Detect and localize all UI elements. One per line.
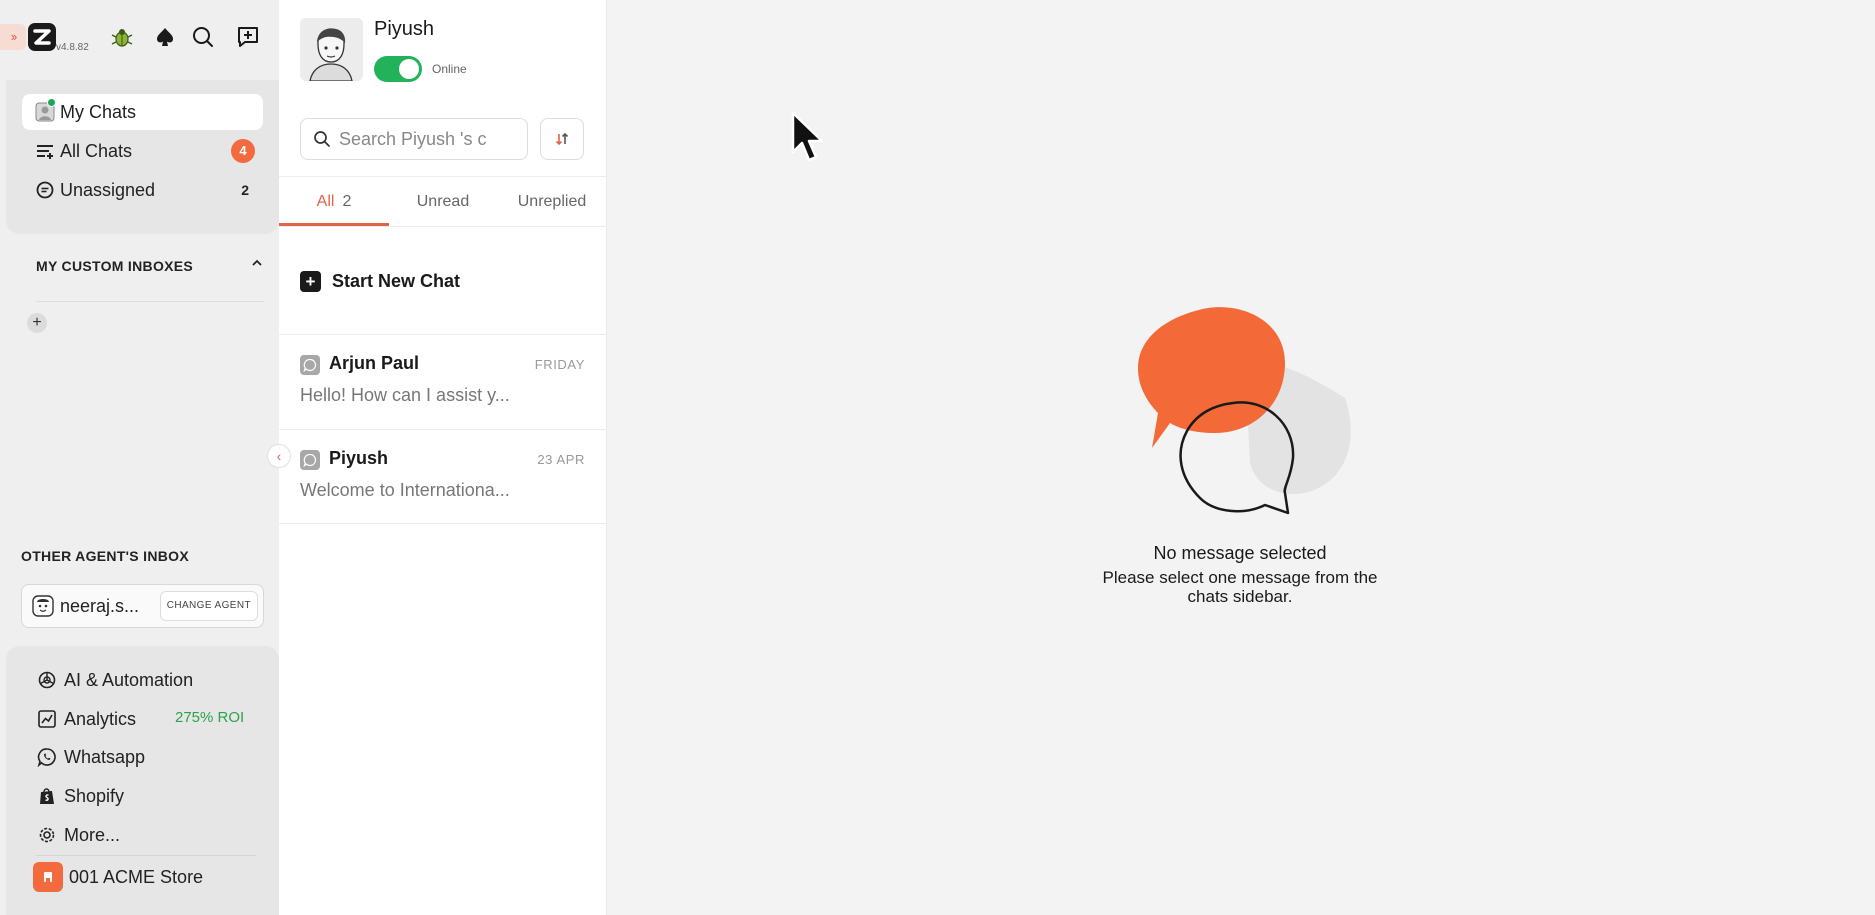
online-dot bbox=[47, 98, 56, 107]
sort-arrows-icon bbox=[555, 132, 569, 146]
nav-item-label: AI & Automation bbox=[64, 669, 194, 690]
start-new-chat-label: Start New Chat bbox=[332, 270, 461, 291]
message-date: 23 APR bbox=[537, 452, 585, 467]
store-icon bbox=[33, 862, 63, 892]
add-inbox-button[interactable]: + bbox=[27, 313, 47, 333]
app-version: v4.8.82 bbox=[56, 42, 89, 53]
store-switcher[interactable]: 001 ACME Store bbox=[33, 861, 203, 893]
nav-item-all-chats[interactable]: All Chats 4 bbox=[22, 133, 263, 169]
toggle-knob bbox=[399, 59, 419, 79]
message-date: FRIDAY bbox=[534, 357, 585, 372]
tab-unreplied[interactable]: Unreplied bbox=[497, 177, 607, 226]
chat-filter-tabs: All 2 Unread Unreplied bbox=[279, 176, 607, 227]
tab-count: 2 bbox=[342, 193, 352, 210]
agent-avatar-icon bbox=[32, 595, 54, 617]
bottom-divider bbox=[36, 855, 256, 856]
profile-avatar[interactable] bbox=[300, 18, 363, 81]
spade-icon[interactable] bbox=[152, 24, 178, 50]
left-sidebar: ›› v4.8.82 My Chats All Chats 4 Unassign… bbox=[0, 0, 279, 915]
nav-item-label: Shopify bbox=[64, 785, 125, 806]
nav-item-ai-automation[interactable]: AI & Automation bbox=[36, 665, 193, 695]
avatar-icon bbox=[34, 98, 56, 123]
filter-lines-icon bbox=[34, 140, 56, 162]
collapse-sidebar-button[interactable]: ‹ bbox=[267, 444, 291, 468]
online-toggle[interactable] bbox=[374, 56, 422, 82]
new-message-icon[interactable] bbox=[235, 24, 261, 50]
nav-item-shopify[interactable]: Shopify bbox=[36, 781, 124, 811]
roi-tag: 275% ROI bbox=[175, 709, 245, 726]
nav-item-label: Unassigned bbox=[60, 179, 156, 200]
unassigned-count: 2 bbox=[241, 182, 249, 198]
list-item[interactable]: Arjun Paul FRIDAY Hello! How can I assis… bbox=[279, 335, 607, 429]
nav-item-label: Whatsapp bbox=[64, 746, 146, 767]
list-item[interactable]: Piyush 23 APR Welcome to Internationa... bbox=[279, 430, 607, 524]
agent-selector[interactable]: neeraj.s... CHANGE AGENT bbox=[21, 584, 264, 628]
nav-item-more[interactable]: More... bbox=[36, 820, 120, 850]
whatsapp-icon bbox=[300, 450, 320, 470]
sidebar-topbar: ›› v4.8.82 bbox=[0, 0, 279, 80]
profile-sketch-icon bbox=[300, 18, 363, 81]
nav-item-unassigned[interactable]: Unassigned 2 bbox=[22, 172, 263, 208]
nav-item-my-chats[interactable]: My Chats bbox=[22, 94, 263, 130]
plus-icon: + bbox=[300, 270, 321, 292]
search-icon[interactable] bbox=[190, 24, 216, 50]
message-preview: Hello! How can I assist y... bbox=[300, 385, 510, 405]
list-divider bbox=[279, 523, 607, 524]
profile-name: Piyush bbox=[374, 18, 435, 40]
custom-inboxes-header[interactable]: MY CUSTOM INBOXES bbox=[36, 258, 264, 274]
change-agent-button[interactable]: CHANGE AGENT bbox=[159, 591, 258, 621]
tab-label: Unreplied bbox=[517, 193, 587, 210]
empty-state-subtitle-line: chats sidebar. bbox=[1187, 587, 1293, 606]
search-icon bbox=[314, 131, 330, 147]
agent-name: neeraj.s... bbox=[60, 595, 140, 616]
empty-state-subtitle: Please select one message from the chats… bbox=[1040, 568, 1440, 606]
nav-item-analytics[interactable]: Analytics bbox=[36, 704, 136, 734]
unread-badge: 4 bbox=[231, 139, 255, 163]
chat-list-panel: Piyush Online All 2 Unread Unreplied + St… bbox=[279, 0, 607, 915]
section-divider bbox=[36, 301, 264, 302]
mouse-cursor-icon bbox=[791, 111, 824, 162]
tab-label: Unread bbox=[416, 193, 470, 210]
tab-unread[interactable]: Unread bbox=[389, 177, 497, 226]
start-new-chat-button[interactable]: + Start New Chat bbox=[300, 268, 460, 294]
whatsapp-icon bbox=[300, 355, 320, 375]
nav-item-label: All Chats bbox=[60, 140, 133, 161]
ai-swirl-icon bbox=[36, 669, 58, 691]
message-preview: Welcome to Internationa... bbox=[300, 480, 510, 500]
empty-state-title: No message selected bbox=[1153, 543, 1327, 563]
chat-search-input[interactable] bbox=[339, 128, 519, 150]
other-agent-header: OTHER AGENT'S INBOX bbox=[21, 548, 189, 564]
nav-item-whatsapp[interactable]: Whatsapp bbox=[36, 742, 145, 772]
empty-state-subtitle-line: Please select one message from the bbox=[1102, 568, 1378, 587]
nav-item-label: More... bbox=[64, 824, 121, 845]
chat-bubbles-illustration bbox=[1137, 307, 1351, 515]
whatsapp-icon bbox=[36, 746, 58, 768]
chat-bubble-icon bbox=[34, 179, 56, 201]
chevron-up-icon[interactable] bbox=[250, 256, 264, 273]
gear-icon bbox=[36, 824, 58, 846]
chat-search-box[interactable] bbox=[300, 118, 528, 160]
tab-label: All bbox=[316, 193, 335, 210]
contact-name: Piyush bbox=[329, 448, 389, 468]
store-name: 001 ACME Store bbox=[69, 866, 204, 887]
bug-icon[interactable] bbox=[109, 24, 135, 50]
expand-sidebar-icon[interactable]: ›› bbox=[0, 24, 26, 50]
custom-inboxes-title: MY CUSTOM INBOXES bbox=[36, 258, 194, 274]
tab-all[interactable]: All 2 bbox=[279, 177, 389, 226]
app-logo[interactable] bbox=[27, 22, 57, 52]
sort-button[interactable] bbox=[540, 118, 584, 160]
contact-name: Arjun Paul bbox=[329, 353, 420, 373]
chart-icon bbox=[36, 708, 58, 730]
nav-item-label: My Chats bbox=[60, 101, 137, 122]
shopify-icon bbox=[36, 785, 58, 807]
nav-item-label: Analytics bbox=[64, 708, 137, 729]
online-status: Online bbox=[432, 62, 467, 76]
